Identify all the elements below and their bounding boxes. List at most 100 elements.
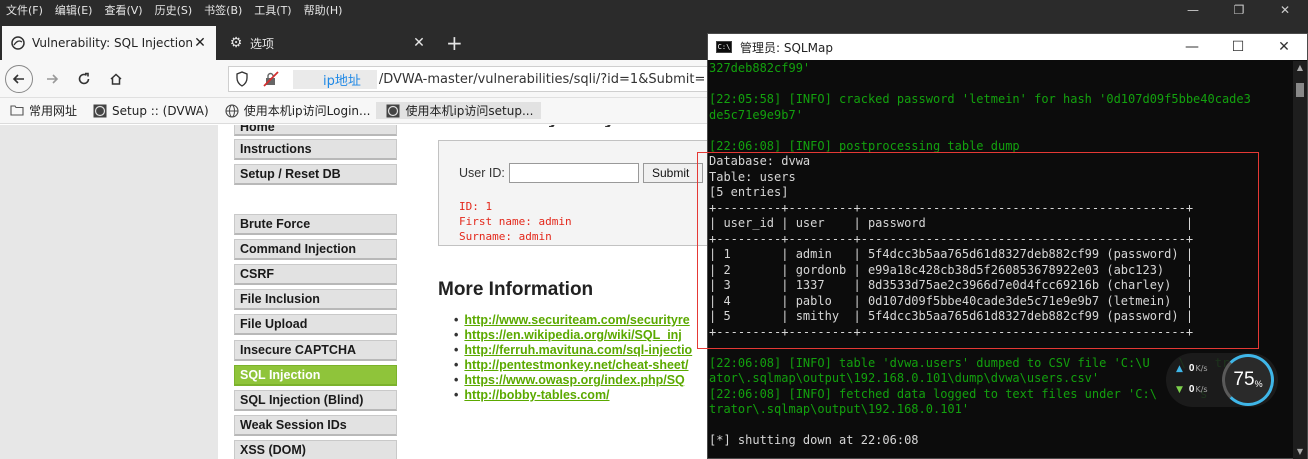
console-line: | 3 | 1337 | 8d3533d75ae2c3966d7e0d4fcc6… <box>709 278 1194 292</box>
dvwa-favicon-icon <box>93 104 107 118</box>
reference-links: http://www.securiteam.com/securityrehttp… <box>464 313 692 403</box>
download-arrow-icon: ▼ <box>1176 384 1183 395</box>
bookmark-setup-dvwa[interactable]: Setup :: (DVWA) <box>83 104 215 118</box>
page-heading-partial: y y <box>548 125 698 127</box>
browser-menubar: 文件(F) 编辑(E) 查看(V) 历史(S) 书签(B) 工具(T) 帮助(H) — ❐ … <box>0 0 1308 20</box>
console-line: Database: dvwa <box>709 154 811 168</box>
bookmark-common-sites[interactable]: 常用网址 <box>0 102 83 119</box>
shield-icon[interactable] <box>235 71 251 87</box>
tab-close-icon[interactable]: ✕ <box>192 35 208 51</box>
query-result: ID: 1 First name: admin Surname: admin <box>459 200 572 243</box>
console-line: ator\.sqlmap\output\192.168.0.101\dump\d… <box>709 371 1100 385</box>
menu-insecure-captcha[interactable]: Insecure CAPTCHA <box>234 339 397 361</box>
console-line: [5 entries] <box>709 185 789 199</box>
console-line: +---------+---------+-------------------… <box>709 200 1194 215</box>
tab-title: 选项 <box>250 36 275 51</box>
console-line: | 2 | gordonb | e99a18c428cb38d5f2608536… <box>709 262 1194 277</box>
console-line: trator\.sqlmap\output\192.168.0.101' <box>709 402 970 416</box>
cmd-icon: C:\ <box>716 41 732 53</box>
menu-file-inclusion[interactable]: File Inclusion <box>234 289 397 311</box>
console-line: [*] shutting down at 22:06:08 <box>709 433 919 447</box>
tab-close-icon[interactable]: ✕ <box>411 35 427 51</box>
folder-icon <box>10 104 24 118</box>
console-line: Table: users <box>709 169 796 184</box>
user-id-label: User ID: <box>459 166 505 180</box>
console-line: de5c71e9e9b7' <box>709 107 803 122</box>
console-line: +---------+---------+-------------------… <box>709 324 1194 339</box>
url-host: ip地址 <box>293 69 377 89</box>
minimize-icon[interactable]: — <box>1169 34 1215 60</box>
menu-command-injection[interactable]: Command Injection <box>234 239 397 261</box>
url-path: /DVWA-master/vulnerabilities/sqli/?id=1&… <box>378 71 706 87</box>
tab-options[interactable]: ⚙ 选项 ✕ <box>220 26 435 60</box>
back-button[interactable] <box>5 65 33 93</box>
menu-item[interactable]: 书签(B) <box>198 2 248 18</box>
maximize-icon[interactable]: ☐ <box>1215 34 1261 60</box>
submit-button[interactable]: Submit <box>643 163 703 183</box>
menu-home[interactable]: Home <box>234 125 397 136</box>
window-controls: — ❐ ✕ <box>1170 0 1308 20</box>
user-id-input[interactable] <box>509 163 639 183</box>
reference-link[interactable]: http://ferruh.mavituna.com/sql-injectio <box>464 343 692 358</box>
reference-link[interactable]: http://www.securiteam.com/securityre <box>464 313 692 328</box>
menu-file-upload[interactable]: File Upload <box>234 314 397 336</box>
home-button[interactable] <box>102 65 130 93</box>
menu-item[interactable]: 帮助(H) <box>298 2 349 18</box>
menu-instructions[interactable]: Instructions <box>234 139 397 160</box>
restore-icon[interactable]: ❐ <box>1216 0 1262 20</box>
reference-link[interactable]: http://pentestmonkey.net/cheat-sheet/ <box>464 358 692 373</box>
console-line: | user_id | user | password | <box>709 216 1194 230</box>
console-line: 327deb882cf99' <box>709 61 811 75</box>
reference-link[interactable]: https://www.owasp.org/index.php/SQ <box>464 373 692 388</box>
reload-icon <box>78 72 90 85</box>
reference-link[interactable]: https://en.wikipedia.org/wiki/SQL_inj <box>464 328 692 343</box>
globe-icon <box>225 103 239 118</box>
minimize-icon[interactable]: — <box>1170 0 1216 20</box>
reload-button[interactable] <box>70 65 98 93</box>
console-line: [22:06:08] [INFO] postprocessing table d… <box>709 138 1020 153</box>
menu-item[interactable]: 工具(T) <box>248 2 297 18</box>
upload-arrow-icon: ▲ <box>1176 363 1183 374</box>
console-window-controls: — ☐ ✕ <box>1169 34 1307 60</box>
menu-csrf[interactable]: CSRF <box>234 264 397 286</box>
console-line: [22:05:58] [INFO] cracked password 'letm… <box>709 92 1251 106</box>
scroll-up-icon[interactable]: ▲ <box>1293 61 1307 75</box>
dvwa-favicon-icon <box>10 35 26 51</box>
gear-icon: ⚙ <box>229 35 243 51</box>
home-icon <box>110 73 122 85</box>
menu-item[interactable]: 查看(V) <box>98 2 148 18</box>
new-tab-button[interactable]: + <box>440 26 469 60</box>
bookmark-setup[interactable]: 使用本机ip访问setup... <box>376 102 542 119</box>
menu-sql-injection-blind[interactable]: SQL Injection (Blind) <box>234 389 397 411</box>
network-speed-widget[interactable]: ▲ 0 K/s ▼ 0 K/s 75% <box>1166 353 1278 407</box>
console-titlebar: C:\ 管理员: SQLMap — ☐ ✕ <box>708 34 1307 60</box>
console-line: | 5 | smithy | 5f4dcc3b5aa765d61d8327deb… <box>709 309 1194 323</box>
reference-link[interactable]: http://bobby-tables.com/ <box>464 388 692 403</box>
forward-button[interactable] <box>38 65 66 93</box>
menu-sql-injection[interactable]: SQL Injection <box>234 364 397 386</box>
tab-sql-injection[interactable]: Vulnerability: SQL Injection :: ✕ <box>2 26 216 60</box>
close-icon[interactable]: ✕ <box>1262 0 1308 20</box>
console-scrollbar[interactable]: ▲ ▼ <box>1293 61 1307 459</box>
scroll-thumb[interactable] <box>1296 83 1304 97</box>
arrow-right-icon <box>47 74 59 84</box>
menu-setup-reset-db[interactable]: Setup / Reset DB <box>234 164 397 185</box>
menu-item[interactable]: 文件(F) <box>0 2 49 18</box>
bookmark-login[interactable]: 使用本机ip访问Login... <box>215 102 377 119</box>
console-title: 管理员: SQLMap <box>740 40 833 55</box>
menu-item[interactable]: 编辑(E) <box>49 2 99 18</box>
more-information-title: More Information <box>438 279 594 300</box>
menu-weak-session-ids[interactable]: Weak Session IDs <box>234 414 397 436</box>
console-line: [22:06:08] [INFO] table 'dvwa.users' dum… <box>709 355 1230 370</box>
menu-brute-force[interactable]: Brute Force <box>234 214 397 235</box>
menu-xss-dom[interactable]: XSS (DOM) <box>234 439 397 459</box>
menu-item[interactable]: 历史(S) <box>149 2 199 18</box>
close-icon[interactable]: ✕ <box>1261 34 1307 60</box>
insecure-connection-icon[interactable] <box>263 71 279 87</box>
address-bar[interactable]: ip地址 /DVWA-master/vulnerabilities/sqli/?… <box>228 66 718 92</box>
tab-title: Vulnerability: SQL Injection :: <box>32 36 192 50</box>
sqli-form-box: User ID: Submit ID: 1 First name: admin … <box>438 140 718 246</box>
download-speed: ▼ 0 K/s <box>1176 384 1208 395</box>
scroll-down-icon[interactable]: ▼ <box>1293 445 1307 459</box>
console-line: | 4 | pablo | 0d107d09f5bbe40cade3de5c71… <box>709 293 1194 308</box>
